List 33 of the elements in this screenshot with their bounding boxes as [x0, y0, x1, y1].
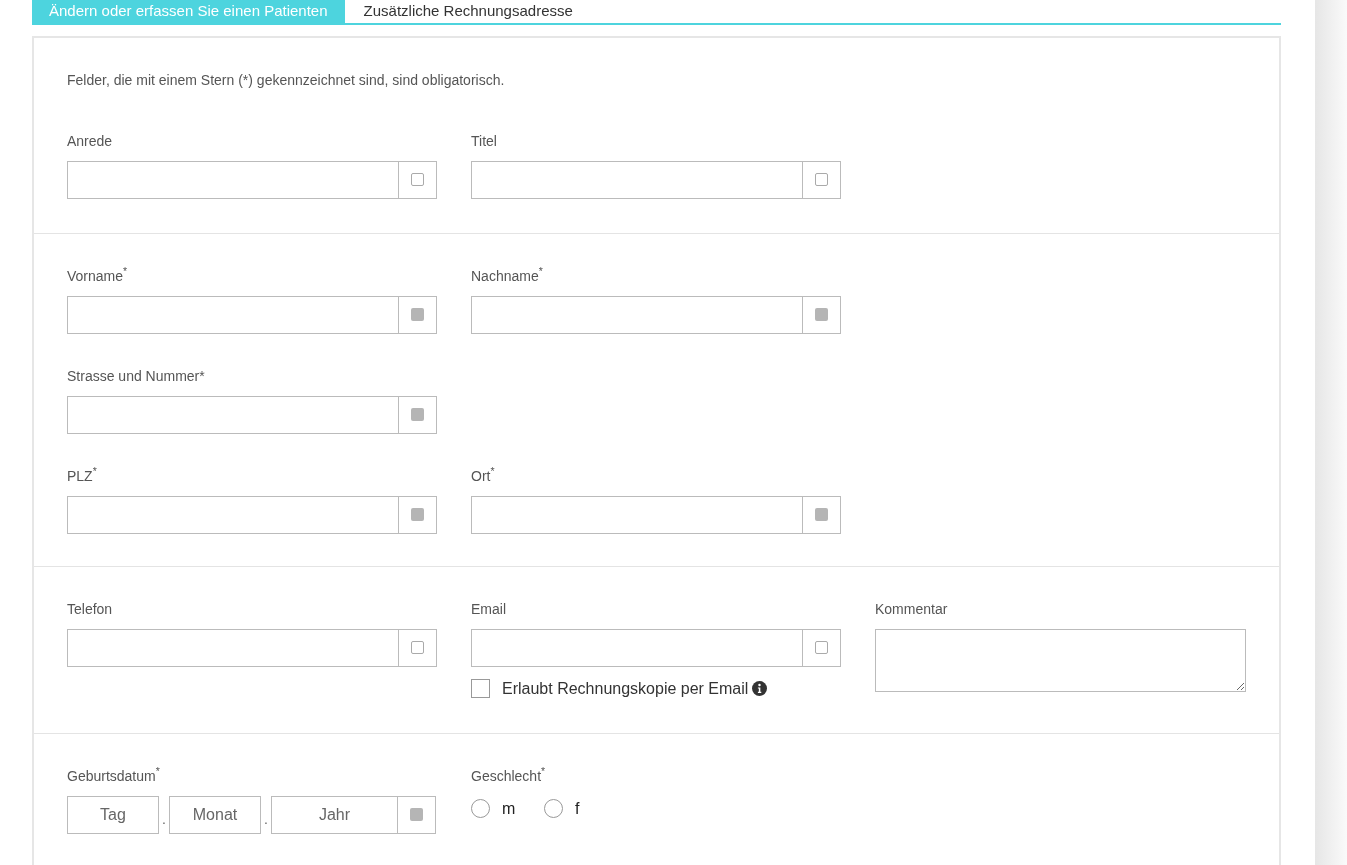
text-field[interactable]: [471, 495, 841, 534]
radio-label: f: [575, 798, 581, 819]
text-field[interactable]: [67, 395, 437, 434]
text-field[interactable]: [471, 628, 841, 667]
text-field[interactable]: [67, 495, 437, 534]
text-field[interactable]: [67, 160, 437, 199]
field-label: Telefon: [67, 599, 114, 619]
checkbox[interactable]: [471, 679, 490, 698]
field-label: Geschlecht$^{*}$: [471, 765, 547, 786]
field-label: Ort$^{*}$: [471, 465, 496, 486]
date-field[interactable]: Jahr: [271, 795, 398, 834]
text-field[interactable]: [471, 160, 841, 199]
date-separator: .: [161, 809, 167, 829]
field-label: PLZ$^{*}$: [67, 465, 98, 486]
field-label: Email: [471, 599, 507, 619]
checkbox-label: Erlaubt Rechnungskopie per Email: [502, 678, 749, 699]
field-label: Anrede: [67, 131, 114, 151]
date-field[interactable]: Monat: [169, 795, 261, 834]
field-label: Titel: [471, 131, 498, 151]
comment-textarea[interactable]: [875, 628, 1246, 692]
field-label: Kommentar: [875, 599, 949, 619]
text-field[interactable]: [67, 295, 437, 334]
mandatory-fields-note: Felder, die mit einem Stern (*) gekennzeichnet sind, sind obligatorisch.: [67, 70, 506, 90]
info-icon[interactable]: [752, 681, 768, 696]
field-label: Vorname$^{*}$: [67, 265, 129, 286]
date-separator: .: [263, 809, 269, 829]
field-label: Geburtsdatum$^{*}$: [67, 765, 161, 786]
text-field[interactable]: [67, 628, 437, 667]
text-field[interactable]: [471, 295, 841, 334]
field-label: Strasse und Nummer*: [67, 366, 206, 386]
date-field[interactable]: Tag: [67, 795, 159, 834]
field-label: Nachname$^{*}$: [471, 265, 544, 286]
radio-label: m: [502, 798, 517, 819]
